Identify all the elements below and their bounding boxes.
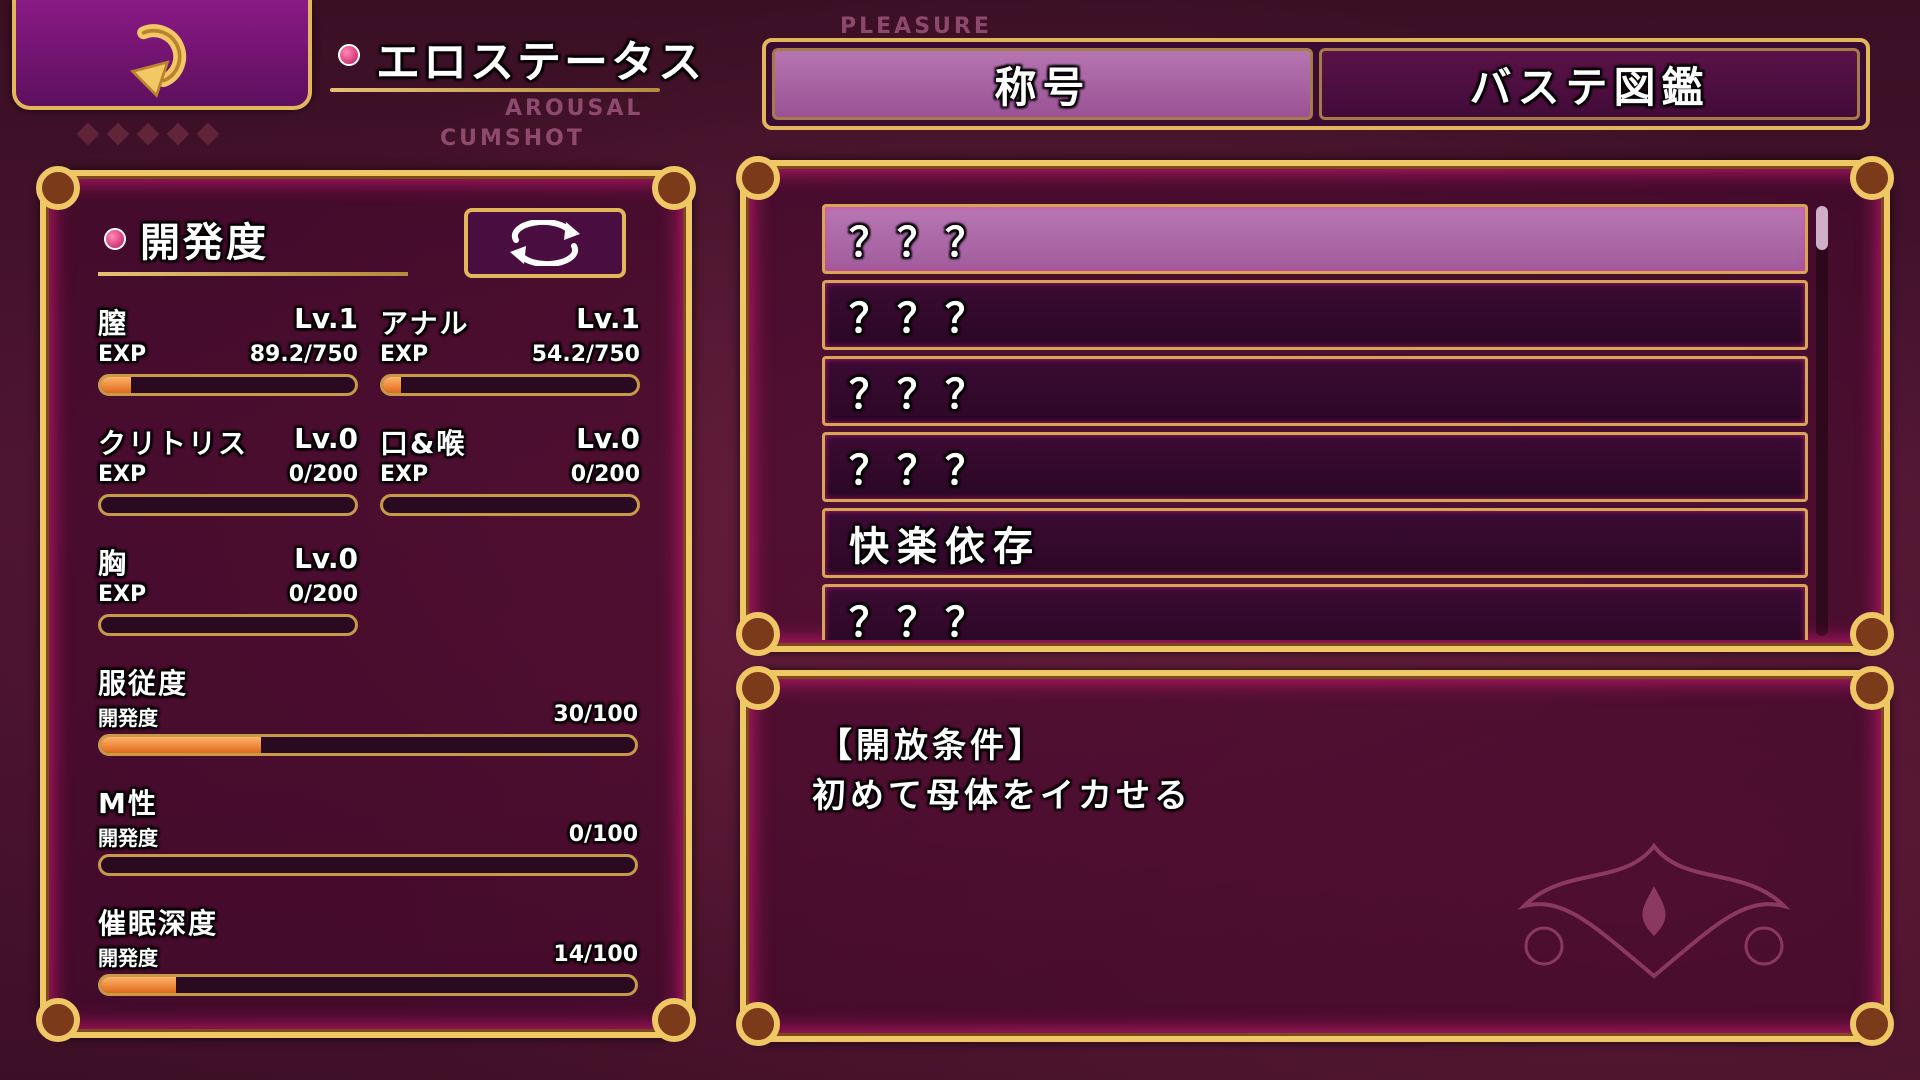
unlock-condition-text: 初めて母体をイカせる	[812, 776, 1192, 816]
section-title: 開発度	[140, 220, 269, 266]
meter-bar	[98, 974, 638, 996]
tab-status-ailment-catalog[interactable]: バステ図鑑	[1319, 48, 1860, 120]
meter-name: 服従度	[98, 667, 189, 700]
meter-hypnosis-depth: 催眠深度 開発度 14/100	[98, 902, 638, 1002]
meter-obedience: 服従度 開発度 30/100	[98, 662, 638, 762]
stat-chest: 胸 Lv.0 EXP 0/200	[98, 542, 358, 642]
exp-label: EXP	[380, 342, 429, 367]
list-item[interactable]: ？？？	[822, 356, 1808, 426]
exp-label: EXP	[98, 582, 147, 607]
exp-bar	[380, 374, 640, 396]
list-item[interactable]: ？？？	[822, 584, 1808, 640]
title-list: ？？？ ？？？ ？？？ ？？？ 快楽依存 ？？？	[822, 204, 1808, 640]
development-panel: 開発度 膣 Lv.1 EXP 89.2/750 アナル Lv.1 EXP 54.…	[36, 166, 696, 1042]
ghost-label-arousal: AROUSAL	[505, 96, 644, 121]
exp-value: 0/200	[570, 462, 640, 487]
stat-mouth-throat: 口&喉 Lv.0 EXP 0/200	[380, 422, 640, 522]
section-bullet-icon	[104, 228, 126, 250]
exp-bar	[98, 374, 358, 396]
decorative-ornament-icon	[1517, 842, 1791, 979]
stat-level: Lv.0	[294, 542, 358, 575]
list-scrollbar-thumb[interactable]	[1816, 206, 1828, 250]
stat-level: Lv.1	[576, 302, 640, 335]
exp-value: 54.2/750	[531, 342, 640, 367]
meter-value: 0/100	[568, 822, 638, 847]
stat-level: Lv.1	[294, 302, 358, 335]
tab-bar: 称号 バステ図鑑	[762, 38, 1870, 130]
meter-name: 催眠深度	[98, 907, 219, 940]
title-bullet-icon	[338, 44, 360, 66]
unlock-condition-label: 【開放条件】	[818, 726, 1046, 766]
meter-masochism: M性 開発度 0/100	[98, 782, 638, 882]
detail-panel: 【開放条件】 初めて母体をイカせる	[736, 666, 1894, 1046]
stat-anal: アナル Lv.1 EXP 54.2/750	[380, 302, 640, 402]
meter-sub-label: 開発度	[98, 946, 158, 970]
exp-bar	[98, 614, 358, 636]
stat-clitoris: クリトリス Lv.0 EXP 0/200	[98, 422, 358, 522]
list-item[interactable]: ？？？	[822, 432, 1808, 502]
meter-value: 14/100	[553, 942, 638, 967]
list-item[interactable]: ？？？	[822, 280, 1808, 350]
stat-vagina: 膣 Lv.1 EXP 89.2/750	[98, 302, 358, 402]
list-scrollbar[interactable]	[1816, 206, 1828, 636]
back-button[interactable]	[12, 0, 312, 110]
exp-bar	[98, 494, 358, 516]
stat-level: Lv.0	[294, 422, 358, 455]
meter-bar	[98, 734, 638, 756]
section-header: 開発度	[104, 210, 269, 268]
meter-sub-label: 開発度	[98, 706, 158, 730]
return-arrow-icon	[129, 24, 187, 98]
page-title-area: エロステータス	[330, 26, 760, 106]
tab-titles[interactable]: 称号	[772, 48, 1313, 120]
meter-name: M性	[98, 787, 158, 820]
exp-value: 0/200	[288, 582, 358, 607]
cycle-button[interactable]	[464, 208, 626, 278]
title-list-panel: ？？？ ？？？ ？？？ ？？？ 快楽依存 ？？？	[736, 156, 1894, 656]
page-indicator	[76, 122, 220, 146]
meter-bar	[98, 854, 638, 876]
exp-value: 89.2/750	[249, 342, 358, 367]
meter-value: 30/100	[553, 702, 638, 727]
title-underline	[330, 88, 660, 92]
list-item[interactable]: ？？？	[822, 204, 1808, 274]
meter-sub-label: 開発度	[98, 826, 158, 850]
exp-label: EXP	[98, 462, 147, 487]
section-underline	[98, 272, 408, 276]
exp-value: 0/200	[288, 462, 358, 487]
exp-label: EXP	[98, 342, 147, 367]
exp-bar	[380, 494, 640, 516]
stat-level: Lv.0	[576, 422, 640, 455]
page-title: エロステータス	[376, 37, 705, 88]
exp-label: EXP	[380, 462, 429, 487]
ghost-label-pleasure: PLEASURE	[840, 14, 992, 39]
list-item[interactable]: 快楽依存	[822, 508, 1808, 578]
cycle-arrows-icon	[510, 220, 580, 266]
ghost-label-cumshot: CUMSHOT	[440, 126, 585, 151]
